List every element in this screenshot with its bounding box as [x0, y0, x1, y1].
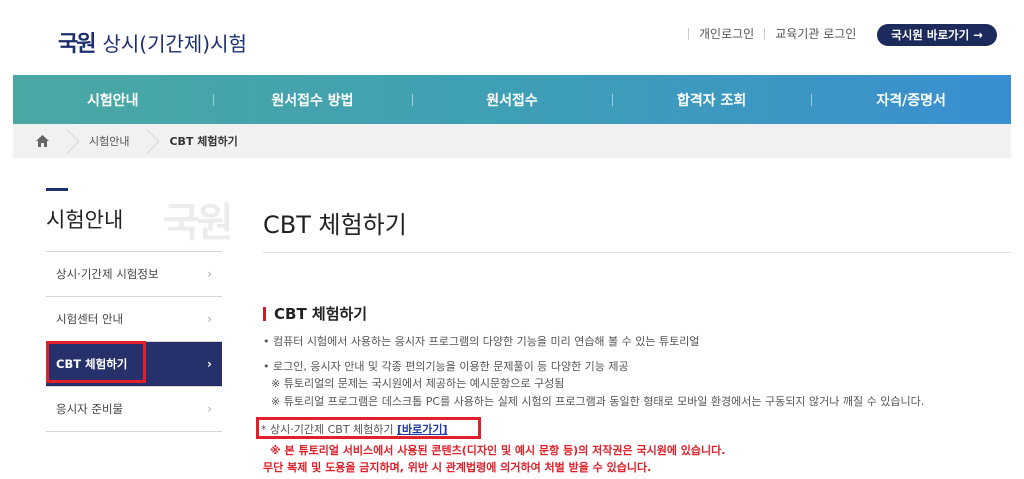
title-divider: [263, 252, 1011, 253]
sidebar-item-exam-information[interactable]: 상시·기간제 시험정보 ›: [46, 252, 222, 297]
nav-item-certificates[interactable]: 자격/증명서: [811, 75, 1011, 124]
link-divider: [688, 27, 689, 40]
sidebar-accent: [46, 188, 68, 191]
breadcrumb-item-current: CBT 체험하기: [151, 124, 259, 158]
sidebar-watermark-logo: 국원: [163, 200, 234, 246]
nav-item-application[interactable]: 원서접수: [412, 75, 612, 124]
logo-mark: 국원: [58, 32, 97, 57]
bullet-text: • 컴퓨터 시험에서 사용하는 응시자 프로그램의 다양한 기능을 미리 연습해…: [263, 335, 700, 348]
kuksiwon-shortcut-button[interactable]: 국시원 바로가기 →: [877, 24, 997, 46]
link-divider: [764, 27, 766, 40]
breadcrumb: 시험안내 CBT 체험하기: [13, 124, 1011, 158]
highlight-box-link: [256, 417, 481, 439]
section-title-text: CBT 체험하기: [274, 305, 368, 323]
copyright-warning: ※ 본 튜토리얼 서비스에서 사용된 콘텐츠(디자인 및 예시 문항 등)의 저…: [270, 444, 726, 457]
page-title: CBT 체험하기: [263, 211, 407, 239]
highlight-box-sidebar: [46, 341, 146, 383]
logo-text: 상시(기간제)시험: [102, 31, 247, 56]
sidebar-item-label: 응시자 준비물: [56, 402, 124, 416]
sidebar-item-label: 시험센터 안내: [56, 312, 124, 326]
site-header: 국원 상시(기간제)시험 개인로그인 교육기관 로그인 국시원 바로가기 →: [0, 0, 1024, 75]
note-text: ※ 튜토리얼의 문제는 국시원에서 제공하는 예시문항으로 구성됨: [271, 377, 565, 390]
nav-item-results[interactable]: 합격자 조회: [611, 75, 812, 124]
sidebar-item-label: 상시·기간제 시험정보: [56, 267, 159, 281]
section-title: CBT 체험하기: [263, 303, 367, 324]
note-text: ※ 튜토리얼 프로그램은 데스크톱 PC를 사용하는 실제 시험의 프로그램과 …: [271, 395, 925, 408]
chevron-right-icon: ›: [207, 312, 212, 326]
chevron-right-icon: ›: [207, 267, 212, 281]
top-links: 개인로그인 교육기관 로그인: [688, 25, 856, 42]
chevron-right-icon: ›: [207, 402, 212, 416]
chevron-right-icon: ›: [207, 357, 212, 371]
nav-item-application-method[interactable]: 원서접수 방법: [212, 75, 413, 124]
main-nav: 시험안내 원서접수 방법 원서접수 합격자 조회 자격/증명서: [13, 75, 1011, 124]
site-logo[interactable]: 국원 상시(기간제)시험: [58, 26, 247, 58]
copyright-warning: 무단 복제 및 도용을 금지하며, 위반 시 관계법령에 의거하여 처벌 받을 …: [263, 461, 652, 474]
institution-login-link[interactable]: 교육기관 로그인: [775, 25, 856, 42]
personal-login-link[interactable]: 개인로그인: [699, 25, 754, 42]
section-bar: [263, 306, 266, 321]
bullet-text: • 로그인, 응시자 안내 및 각종 편의기능을 이용한 문제풀이 등 다양한 …: [263, 360, 629, 373]
sidebar-item-test-center[interactable]: 시험센터 안내 ›: [46, 297, 222, 342]
sidebar-item-supplies[interactable]: 응시자 준비물 ›: [46, 387, 222, 432]
nav-item-exam-info[interactable]: 시험안내: [13, 75, 213, 124]
sidebar-title: 시험안내: [46, 208, 124, 232]
